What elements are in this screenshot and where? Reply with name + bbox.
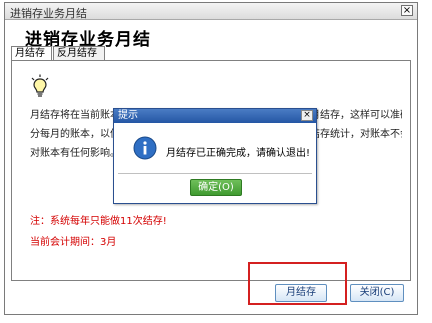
window-titlebar: 进销存业务月结 × [5,3,417,20]
window-close-button[interactable]: × [401,5,413,16]
info-icon [133,136,157,160]
dialog-separator [118,173,312,174]
close-button[interactable]: 关闭(C) [350,284,404,302]
limit-note: 注：系统每年只能做11次结存! [30,216,167,227]
tab-month-end[interactable]: 月结存 [11,46,52,60]
window-title: 进销存业务月结 [10,7,87,20]
lightbulb-icon [31,74,49,97]
dialog-close-button[interactable]: × [301,110,313,121]
dialog-title: 提示 [114,109,316,123]
prompt-dialog: 提示 × 月结存已正确完成，请确认退出! 确定(O) [113,108,317,204]
dialog-message: 月结存已正确完成，请确认退出! [166,148,311,159]
tab-reverse-month-end[interactable]: 反月结存 [53,46,105,60]
highlight-box [248,262,347,305]
current-period: 当前会计期间：3月 [30,237,117,248]
dialog-ok-button[interactable]: 确定(O) [190,179,242,196]
